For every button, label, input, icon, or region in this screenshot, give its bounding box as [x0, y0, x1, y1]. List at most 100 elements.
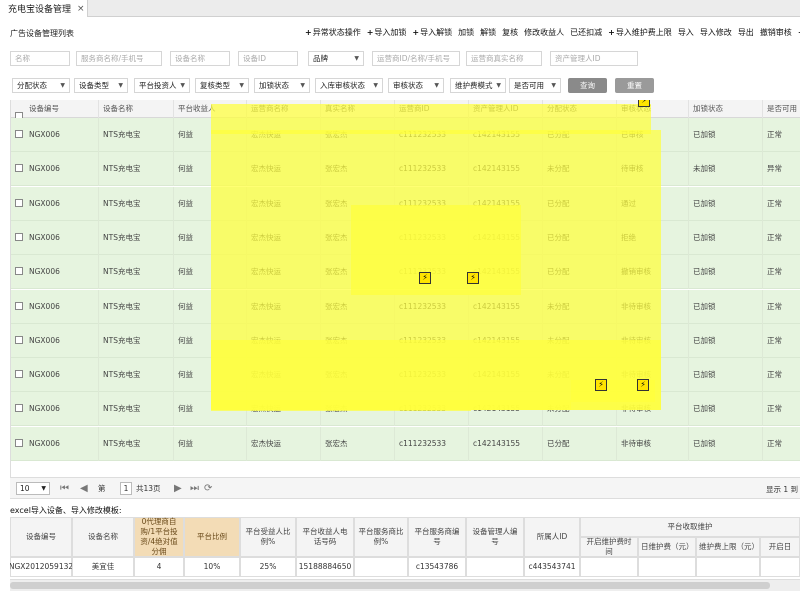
toolbar-action[interactable]: 导入 [678, 28, 694, 37]
device-name-input[interactable]: 设备名称 [170, 51, 230, 66]
toolbar-action[interactable]: 修改收益人 [524, 28, 564, 37]
table-cell: NGX006 [25, 255, 99, 290]
table-row[interactable]: NGX006NTS充电宝何益宏杰快运张宏杰c111232533c14214315… [11, 255, 800, 290]
chevron-down-icon: ▼ [496, 82, 501, 89]
close-icon[interactable]: × [77, 4, 85, 14]
row-checkbox[interactable] [15, 232, 23, 241]
page-size-value: 10 [20, 484, 30, 493]
table-row[interactable]: NGX006NTS充电宝何益宏杰快运张宏杰c111232533c14214315… [11, 358, 800, 393]
table-row[interactable]: NGX006NTS充电宝何益宏杰快运张宏杰c111232533c14214315… [11, 152, 800, 187]
table-cell: 已加锁 [689, 186, 763, 221]
maintenance-mode-select[interactable]: 维护费模式 ▼ [450, 78, 506, 93]
column-header[interactable]: 设备名称 [99, 100, 174, 118]
table-cell: NTS充电宝 [99, 255, 174, 290]
table-cell: c111232533 [395, 289, 469, 324]
table-cell: 已加锁 [689, 289, 763, 324]
row-checkbox[interactable] [15, 404, 23, 413]
page-size-select[interactable]: 10 ▼ [16, 482, 50, 495]
column-header[interactable]: 审核状态 [617, 100, 689, 118]
table-row[interactable]: NGX006NTS充电宝何益宏杰快运张宏杰c111232533c14214315… [11, 220, 800, 255]
table-row[interactable]: NGX006NTS充电宝何益宏杰快运张宏杰c111232533c14214315… [11, 118, 800, 152]
previous-page-icon[interactable]: ◀ [80, 482, 88, 495]
table-cell: 张宏杰 [321, 220, 395, 255]
scrollbar-thumb[interactable] [10, 582, 770, 589]
device-id-input[interactable]: 设备ID [238, 51, 298, 66]
operator-real-name-input[interactable]: 运营商真实名称 [466, 51, 542, 66]
toolbar-action[interactable]: +导入加锁 [367, 28, 407, 37]
column-header[interactable]: 加锁状态 [689, 100, 763, 118]
last-page-icon[interactable]: ⏭ [190, 482, 199, 495]
column-header[interactable]: 设备编号 [25, 100, 99, 118]
toolbar-action[interactable]: +导入维护费上限 [608, 28, 672, 37]
table-cell: c111232533 [395, 186, 469, 221]
row-checkbox[interactable] [15, 164, 23, 173]
toolbar-action[interactable]: 导入修改 [700, 28, 732, 37]
row-checkbox[interactable] [15, 301, 23, 310]
table-cell: 宏杰快运 [247, 255, 321, 290]
table-row[interactable]: NGX006NTS充电宝何益宏杰快运张宏杰c111232533c14214315… [11, 392, 800, 427]
column-header[interactable]: 平台收益人 [174, 100, 247, 118]
table-cell: 已审核 [617, 118, 689, 152]
toolbar-action[interactable]: 导出 [738, 28, 754, 37]
review-type-label: 复核类型 [200, 81, 230, 90]
toolbar-action[interactable]: 复核 [502, 28, 518, 37]
table-row[interactable]: NGX006NTS充电宝何益宏杰快运张宏杰c111232533c14214315… [11, 426, 800, 461]
page-number-input[interactable]: 1 [120, 482, 132, 495]
toolbar-action[interactable]: 加锁 [458, 28, 474, 37]
toolbar-action[interactable]: 撤销审核 [760, 28, 792, 37]
asset-admin-id-input[interactable]: 资产管理人ID [550, 51, 638, 66]
table-row[interactable]: NGX006NTS充电宝何益宏杰快运张宏杰c111232533c14214315… [11, 186, 800, 221]
row-checkbox[interactable] [15, 198, 23, 207]
toolbar-action[interactable]: 已还扣减 [570, 28, 602, 37]
table-cell: 未分配 [543, 152, 617, 187]
lock-status-select[interactable]: 加锁状态 ▼ [254, 78, 310, 93]
review-status-select[interactable]: 审核状态 ▼ [388, 78, 444, 93]
next-page-icon[interactable]: ▶ [174, 482, 182, 495]
row-checkbox[interactable] [15, 438, 23, 447]
device-type-select[interactable]: 设备类型 ▼ [74, 78, 128, 93]
row-checkbox[interactable] [15, 130, 23, 138]
toolbar-action[interactable]: +异常状态操作 [305, 28, 361, 37]
toolbar-action[interactable]: +导入解锁 [412, 28, 452, 37]
reset-button[interactable]: 重置 [615, 78, 654, 93]
toolbar-action-label: 导入修改 [699, 28, 732, 37]
table-cell: c142143155 [469, 118, 543, 152]
table-cell: 宏杰快运 [247, 186, 321, 221]
name-input[interactable]: 名称 [10, 51, 70, 66]
column-header[interactable]: 资产管理人ID [469, 100, 543, 118]
tab-device-management[interactable]: 充电宝设备管理 × [0, 0, 88, 17]
available-select[interactable]: 是否可用 ▼ [509, 78, 561, 93]
operator-name-phone-input[interactable]: 服务商名称/手机号 [76, 51, 162, 66]
table-cell: 宏杰快运 [247, 323, 321, 358]
operator-id-name-phone-input[interactable]: 运营商ID/名称/手机号 [372, 51, 460, 66]
column-header[interactable]: 分配状态 [543, 100, 617, 118]
allocation-status-select[interactable]: 分配状态 ▼ [12, 78, 70, 93]
brand-select[interactable]: 品牌 ▼ [308, 51, 364, 66]
horizontal-scrollbar[interactable] [10, 579, 800, 591]
query-button[interactable]: 查询 [568, 78, 607, 93]
toolbar-action-label: 导入维护费上限 [615, 28, 672, 37]
column-header[interactable]: 是否可用 [763, 100, 800, 118]
toolbar-action[interactable]: 解锁 [480, 28, 496, 37]
table-cell: 正常 [763, 187, 800, 221]
template-cell-device-no: NGX2012059132 [10, 557, 73, 577]
table-row[interactable]: NGX006NTS充电宝何益宏杰快运张宏杰c111232533c14214315… [11, 323, 800, 358]
row-checkbox[interactable] [15, 370, 23, 379]
table-cell: c142143155 [469, 186, 543, 221]
platform-investor-select[interactable]: 平台投资人 ▼ [134, 78, 190, 93]
first-page-icon[interactable]: ⏮ [60, 482, 69, 495]
column-header[interactable]: 真实名称 [321, 100, 395, 118]
review-type-select[interactable]: 复核类型 ▼ [195, 78, 249, 93]
column-header[interactable]: 运营商名称 [247, 100, 321, 118]
refresh-icon[interactable]: ⟳ [204, 482, 212, 495]
stock-review-status-select[interactable]: 入库审核状态 ▼ [315, 78, 383, 93]
row-checkbox[interactable] [15, 335, 23, 344]
table-cell: 何益 [174, 358, 247, 393]
row-checkbox[interactable] [15, 267, 23, 276]
table-cell: 拒绝 [617, 220, 689, 255]
table-cell: c111232533 [395, 255, 469, 290]
chevron-down-icon: ▼ [300, 82, 305, 89]
column-header[interactable]: 运营商ID [395, 100, 469, 118]
chevron-down-icon: ▼ [373, 82, 378, 89]
table-row[interactable]: NGX006NTS充电宝何益宏杰快运张宏杰c111232533c14214315… [11, 289, 800, 324]
